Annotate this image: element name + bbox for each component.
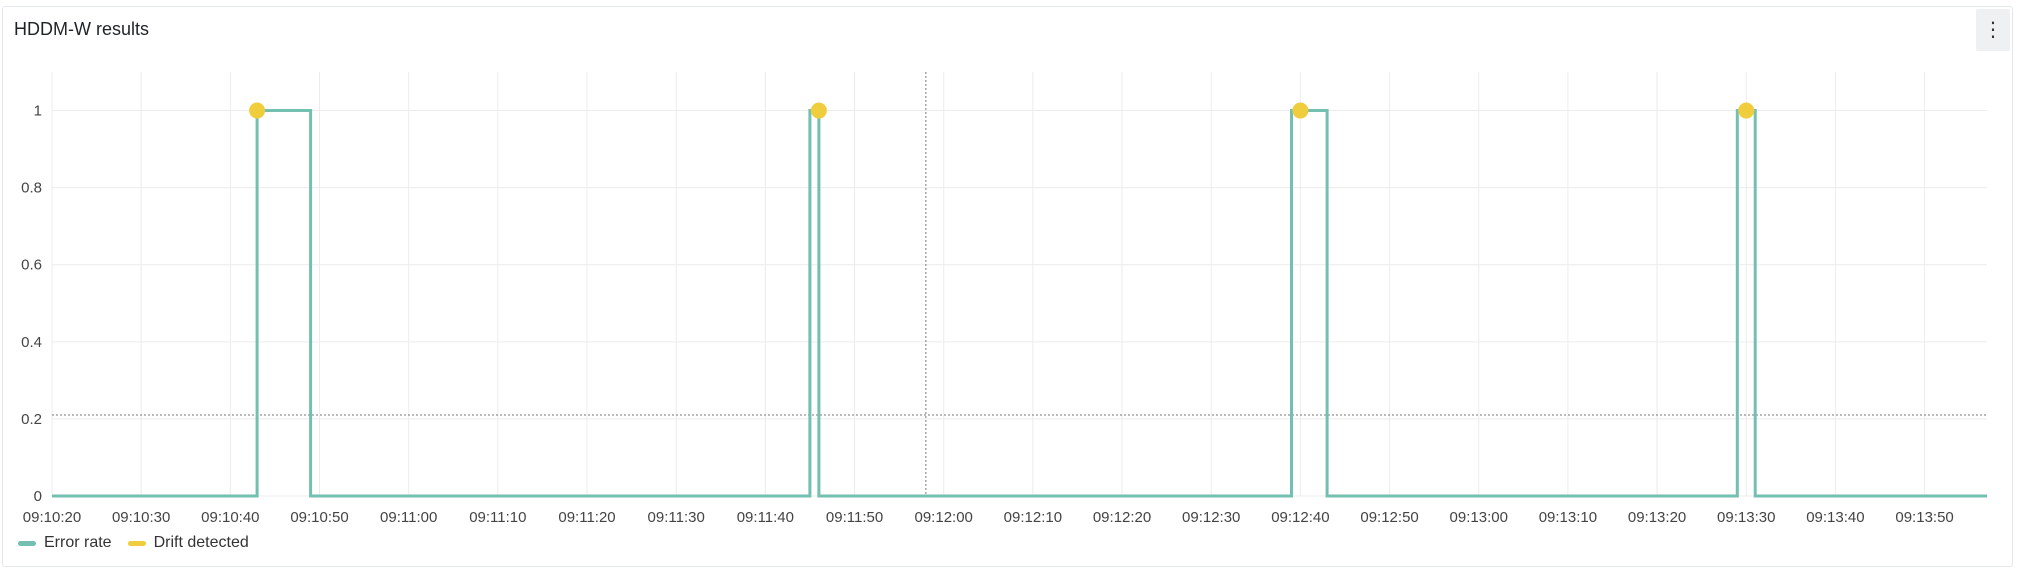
x-tick-label: 09:10:30 bbox=[112, 509, 170, 526]
x-tick-label: 09:10:20 bbox=[23, 509, 81, 526]
x-tick-label: 09:12:30 bbox=[1182, 509, 1240, 526]
x-tick-label: 09:13:30 bbox=[1717, 509, 1775, 526]
chart-legend: Error rate Drift detected bbox=[18, 534, 249, 552]
y-tick-label: 0.2 bbox=[21, 411, 42, 428]
x-tick-label: 09:13:10 bbox=[1539, 509, 1597, 526]
legend-label-error-rate: Error rate bbox=[44, 534, 112, 551]
y-tick-label: 0.6 bbox=[21, 257, 42, 274]
y-tick-label: 0.4 bbox=[21, 334, 42, 351]
series-point-drift-detected bbox=[1292, 102, 1309, 119]
series-line-error-rate bbox=[52, 109, 1987, 498]
y-tick-label: 1 bbox=[34, 103, 42, 120]
x-tick-label: 09:12:50 bbox=[1360, 509, 1418, 526]
legend-swatch-drift-detected bbox=[127, 540, 146, 546]
y-tick-label: 0 bbox=[34, 488, 42, 505]
x-tick-label: 09:13:20 bbox=[1628, 509, 1686, 526]
x-tick-label: 09:11:20 bbox=[558, 509, 615, 526]
chart-svg[interactable]: 0 0.2 0.4 0.6 0.8 1 09:10:20 09:10:30 09:10:40 09… bbox=[0, 0, 2017, 571]
x-tick-label: 09:11:50 bbox=[826, 509, 883, 526]
series-point-drift-detected bbox=[810, 102, 827, 119]
x-tick-label: 09:12:10 bbox=[1004, 509, 1062, 526]
series-point-drift-detected bbox=[249, 102, 266, 119]
legend-item-error-rate[interactable]: Error rate bbox=[18, 534, 112, 552]
y-tick-label: 0.8 bbox=[21, 180, 42, 197]
x-tick-label: 09:12:00 bbox=[915, 509, 973, 526]
x-tick-label: 09:10:50 bbox=[290, 509, 348, 526]
legend-label-drift-detected: Drift detected bbox=[153, 534, 249, 551]
x-tick-label: 09:10:40 bbox=[201, 509, 259, 526]
x-tick-label: 09:13:50 bbox=[1895, 509, 1953, 526]
x-tick-label: 09:12:20 bbox=[1093, 509, 1151, 526]
x-tick-label: 09:13:00 bbox=[1450, 509, 1508, 526]
legend-item-drift-detected[interactable]: Drift detected bbox=[127, 534, 249, 552]
x-tick-label: 09:11:30 bbox=[648, 509, 705, 526]
x-tick-label: 09:13:40 bbox=[1806, 509, 1864, 526]
x-tick-label: 09:11:00 bbox=[380, 509, 437, 526]
x-tick-label: 09:11:40 bbox=[737, 509, 794, 526]
legend-swatch-error-rate bbox=[18, 540, 36, 546]
x-tick-label: 09:11:10 bbox=[469, 509, 526, 526]
series-point-drift-detected bbox=[1738, 102, 1755, 119]
x-tick-label: 09:12:40 bbox=[1271, 509, 1329, 526]
